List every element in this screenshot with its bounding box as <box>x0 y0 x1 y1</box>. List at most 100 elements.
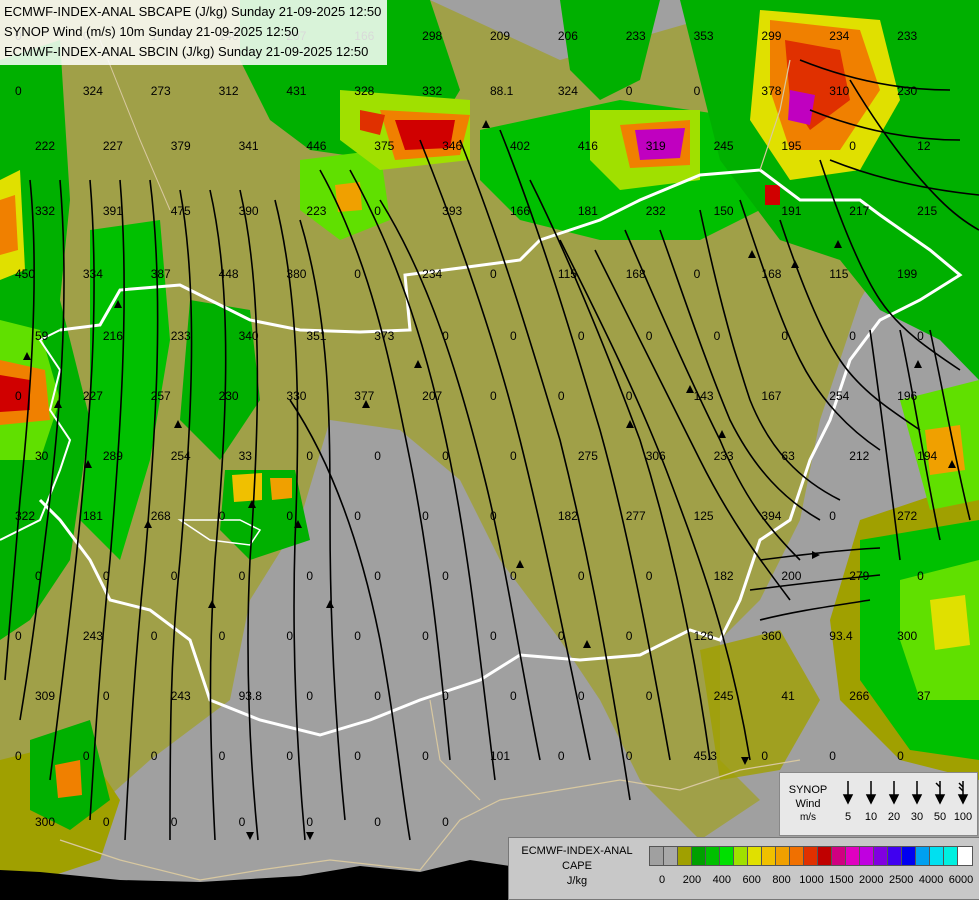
cape-value-label: 0 <box>558 749 565 763</box>
cape-value-label: 245 <box>714 689 734 703</box>
cape-value-label: 378 <box>761 84 781 98</box>
cape-value-label: 312 <box>219 84 239 98</box>
cape-legend-label: ECMWF-INDEX-ANAL CAPE J/kg <box>511 844 643 889</box>
cape-value-label: 0 <box>374 689 381 703</box>
cape-value-label: 0 <box>219 509 226 523</box>
cape-value-label: 328 <box>354 84 374 98</box>
cape-value-label: 319 <box>646 139 666 153</box>
cape-value-label: 37 <box>917 689 931 703</box>
cape-value-label: 0 <box>354 629 361 643</box>
title-sbcape: ECMWF-INDEX-ANAL SBCAPE (J/kg) Sunday 21… <box>4 4 382 19</box>
cape-value-label: 101 <box>490 749 510 763</box>
cape-value-label: 0 <box>83 749 90 763</box>
wind-legend-title: SYNOP <box>788 784 828 796</box>
cape-value-label: 0 <box>558 629 565 643</box>
cape-value-label: 0 <box>354 509 361 523</box>
cape-value-label: 167 <box>761 389 781 403</box>
cape-value-label: 0 <box>829 749 836 763</box>
cape-value-label: 88.1 <box>490 84 514 98</box>
cape-value-label: 299 <box>761 29 781 43</box>
cape-value-label: 217 <box>849 204 869 218</box>
cape-value-label: 0 <box>103 815 110 829</box>
cape-value-label: 12 <box>917 139 931 153</box>
cape-value-label: 143 <box>694 389 714 403</box>
cape-value-label: 450 <box>15 267 35 281</box>
cape-tick-label: 6000 <box>948 874 974 886</box>
cape-value-label: 181 <box>578 204 598 218</box>
cape-value-label: 0 <box>306 449 313 463</box>
cape-value-label: 0 <box>510 689 517 703</box>
cape-value-label: 322 <box>15 509 35 523</box>
cape-value-label: 360 <box>761 629 781 643</box>
cape-value-label: 33 <box>239 449 253 463</box>
cape-tick-label: 2000 <box>859 874 884 886</box>
cape-value-label: 0 <box>15 749 22 763</box>
cape-value-label: 277 <box>626 509 646 523</box>
cape-value-label: 0 <box>15 389 22 403</box>
cape-value-label: 215 <box>917 204 937 218</box>
cape-value-label: 41 <box>781 689 795 703</box>
cape-value-label: 0 <box>510 449 517 463</box>
cape-value-label: 0 <box>239 569 246 583</box>
cape-tick-label: 600 <box>742 874 761 886</box>
cape-value-label: 168 <box>626 267 646 281</box>
cape-value-label: 0 <box>354 267 361 281</box>
cape-value-label: 377 <box>354 389 374 403</box>
cape-value-label: 0 <box>306 689 313 703</box>
cape-value-label: 334 <box>83 267 103 281</box>
cape-value-label: 0 <box>626 749 633 763</box>
wind-legend-subtitle: Wind <box>795 798 821 810</box>
weather-map[interactable]: 0 324 273 312 431 328 332 88.1 324 0 0 378 310 230 222… <box>0 0 979 900</box>
cape-value-label: 0 <box>15 629 22 643</box>
cape-value-label: 0 <box>151 749 158 763</box>
wind-speed-label: 100 <box>953 811 973 823</box>
cape-value-label: 0 <box>219 749 226 763</box>
cape-value-label: 0 <box>15 84 22 98</box>
cape-tick-label: 400 <box>712 874 731 886</box>
cape-value-label: 206 <box>558 29 578 43</box>
cape-value-label: 0 <box>286 629 293 643</box>
cape-value-label: 0 <box>219 629 226 643</box>
cape-value-label: 340 <box>239 329 259 343</box>
cape-value-label: 266 <box>849 689 869 703</box>
cape-value-label: 289 <box>103 449 123 463</box>
cape-tick-label: 1500 <box>829 874 854 886</box>
cape-value-label: 59 <box>35 329 49 343</box>
cape-value-label: 0 <box>781 329 788 343</box>
cape-value-label: 0 <box>442 329 449 343</box>
cape-value-label: 0 <box>422 509 429 523</box>
cape-value-label: 207 <box>422 389 442 403</box>
cape-value-label: 115 <box>558 267 577 281</box>
cape-value-label: 93.8 <box>239 689 263 703</box>
cape-tick-label: 800 <box>772 874 791 886</box>
cape-tick-label: 200 <box>682 874 702 886</box>
cape-value-label: 324 <box>83 84 103 98</box>
cape-value-label: 199 <box>897 267 917 281</box>
cape-value-label: 0 <box>151 629 158 643</box>
cape-tick-label: 2500 <box>888 874 914 886</box>
cape-value-label: 0 <box>917 329 924 343</box>
cape-value-label: 0 <box>422 629 429 643</box>
cape-value-label: 380 <box>286 267 306 281</box>
cape-value-label: 0 <box>103 689 110 703</box>
cape-value-label: 332 <box>422 84 442 98</box>
cape-value-label: 0 <box>917 569 924 583</box>
cape-value-label: 254 <box>829 389 849 403</box>
cape-value-label: 353 <box>694 29 714 43</box>
cape-value-label: 387 <box>151 267 171 281</box>
cape-value-label: 0 <box>442 815 449 829</box>
cape-value-label: 168 <box>761 267 781 281</box>
cape-value-label: 0 <box>626 629 633 643</box>
cape-value-label: 446 <box>306 139 326 153</box>
cape-value-label: 0 <box>490 267 497 281</box>
cape-color-swatch <box>957 846 973 866</box>
cape-value-label: 0 <box>761 749 768 763</box>
cape-value-label: 0 <box>578 329 585 343</box>
cape-value-label: 254 <box>171 449 191 463</box>
cape-value-label: 232 <box>646 204 666 218</box>
cape-value-label: 279 <box>849 569 869 583</box>
cape-value-label: 245 <box>714 139 734 153</box>
cape-value-label: 275 <box>578 449 598 463</box>
cape-value-label: 0 <box>626 84 633 98</box>
cape-value-label: 0 <box>646 329 653 343</box>
